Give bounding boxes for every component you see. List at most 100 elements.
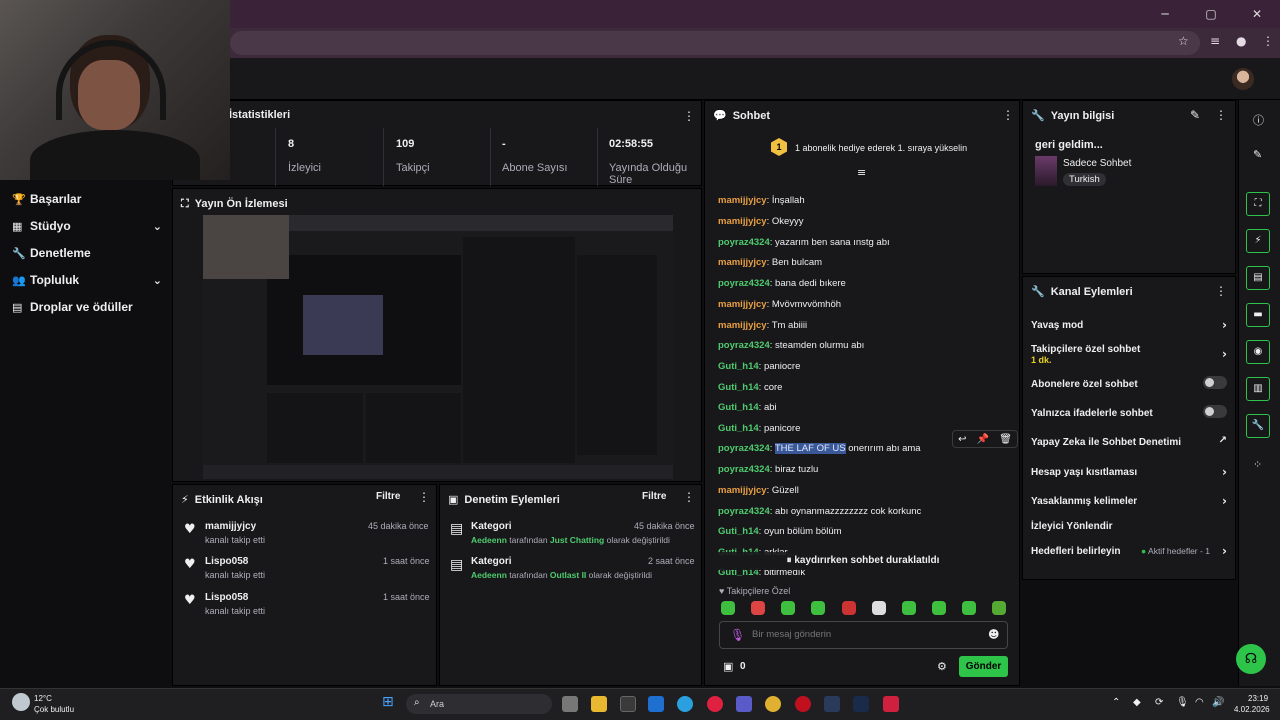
chat-settings-gear-icon[interactable]: ⚙ xyxy=(937,660,947,673)
chat-message[interactable]: Guti_h14: abi xyxy=(718,402,777,413)
tray-chevron-up-icon[interactable]: ⌃ xyxy=(1112,697,1120,708)
goals-row[interactable]: Hedefleri belirleyin ● Aktif hedefler - … xyxy=(1031,544,1227,558)
emote[interactable] xyxy=(992,601,1006,615)
moderation-target[interactable]: Just Chatting xyxy=(550,535,604,545)
clip-icon[interactable]: ⛶ xyxy=(1246,192,1270,216)
stream-category[interactable]: Sadece Sohbet xyxy=(1063,158,1131,169)
notes-icon[interactable]: ▤ xyxy=(1246,266,1270,290)
add-action-icon[interactable]: ⁘ xyxy=(1253,458,1262,471)
microphone-icon[interactable]: 🎙 xyxy=(730,628,745,642)
chat-username[interactable]: poyraz4324 xyxy=(718,340,770,351)
close-icon[interactable]: ✕ xyxy=(1234,0,1280,28)
edit-pencil-icon[interactable]: ✎ xyxy=(1190,108,1200,122)
file-explorer-icon[interactable] xyxy=(591,696,607,712)
chat-username[interactable]: Guti_h14 xyxy=(718,526,759,537)
emote[interactable] xyxy=(902,601,916,615)
emote[interactable] xyxy=(842,601,856,615)
category-box-art[interactable] xyxy=(1035,156,1057,186)
taskbar-search[interactable]: ⌕ Ara xyxy=(406,694,552,714)
more-options-icon[interactable]: ⋮ xyxy=(1215,108,1227,122)
chat-message[interactable]: poyraz4324: bana dedi bıkere xyxy=(718,278,846,289)
sidebar-item-studio[interactable]: ▦ Stüdyo ⌄ xyxy=(12,216,162,236)
maximize-icon[interactable]: ▢ xyxy=(1188,0,1234,28)
layout-icon[interactable]: ▥ xyxy=(1246,377,1270,401)
chat-message[interactable]: mamijjyjcy: Güzell xyxy=(718,485,799,496)
raid-row[interactable]: İzleyici Yönlendir xyxy=(1031,521,1227,532)
activity-user[interactable]: Lispo058 xyxy=(205,592,265,603)
chrome-icon[interactable] xyxy=(765,696,781,712)
collapse-icon[interactable]: ≡ xyxy=(857,166,866,179)
activity-user[interactable]: mamijjyjcy xyxy=(205,521,265,532)
banned-words-row[interactable]: Yasaklanmış kelimeler › xyxy=(1031,494,1227,508)
slow-mode-row[interactable]: Yavaş mod › xyxy=(1031,318,1227,332)
emote[interactable] xyxy=(781,601,795,615)
reading-list-icon[interactable]: ≡ xyxy=(1210,34,1220,48)
volume-icon[interactable]: 🔊 xyxy=(1212,697,1224,708)
chat-input-box[interactable]: 🎙 ☻ xyxy=(719,621,1008,649)
extension-icon[interactable]: ● xyxy=(1236,34,1246,48)
chat-username[interactable]: poyraz4324 xyxy=(718,237,770,248)
stream-preview-video[interactable] xyxy=(203,215,673,479)
wifi-icon[interactable]: ◠ xyxy=(1195,697,1204,708)
chat-username[interactable]: Guti_h14 xyxy=(718,402,759,413)
chat-message[interactable]: mamijjyjcy: Ben bulcam xyxy=(718,257,822,268)
chat-username[interactable]: mamijjyjcy xyxy=(718,485,767,496)
support-headset-icon[interactable]: ☊ xyxy=(1236,644,1266,674)
chat-username[interactable]: mamijjyjcy xyxy=(718,216,767,227)
app-icon[interactable] xyxy=(883,696,899,712)
chat-message[interactable]: poyraz4324: steamden olurmu abı xyxy=(718,340,864,351)
minimize-icon[interactable]: ─ xyxy=(1142,0,1188,28)
moderation-target[interactable]: Outlast II xyxy=(550,570,586,580)
emote-only-toggle[interactable] xyxy=(1203,405,1227,418)
wrench-icon[interactable]: 🔧 xyxy=(1246,414,1270,438)
chat-username[interactable]: mamijjyjcy xyxy=(718,320,767,331)
sidebar-item-community[interactable]: 👥 Topluluk ⌄ xyxy=(12,270,162,290)
chat-username[interactable]: mamijjyjcy xyxy=(718,299,767,310)
tray-sync-icon[interactable]: ⟳ xyxy=(1155,697,1163,708)
emote[interactable] xyxy=(751,601,765,615)
info-icon[interactable]: ⓘ xyxy=(1253,112,1264,128)
chat-paused-notice[interactable]: ⏸ kaydırırken sohbet duraklatıldı xyxy=(718,552,1008,570)
music-icon[interactable] xyxy=(707,696,723,712)
task-view-icon[interactable] xyxy=(562,696,578,712)
address-bar[interactable] xyxy=(230,31,1200,55)
chat-message[interactable]: mamijjyjcy: İnşallah xyxy=(718,195,805,206)
chat-message[interactable]: Guti_h14: paniocre xyxy=(718,361,800,372)
more-options-icon[interactable]: ⋮ xyxy=(683,109,695,123)
weather-icon[interactable] xyxy=(12,693,30,711)
broadcast-icon[interactable]: ◉ xyxy=(1246,340,1270,364)
chat-bubble-icon[interactable]: ▬ xyxy=(1246,303,1270,327)
emote[interactable] xyxy=(811,601,825,615)
chat-message[interactable]: mamijjyjcy: Okeyyy xyxy=(718,216,804,227)
more-options-icon[interactable]: ⋮ xyxy=(1002,108,1014,122)
sidebar-item-drops[interactable]: ▤ Droplar ve ödüller xyxy=(12,297,162,317)
gift-sub-banner[interactable]: 1 abonelik hediye ederek 1. sıraya yükse… xyxy=(795,143,967,153)
chat-message[interactable]: Guti_h14: core xyxy=(718,382,782,393)
chat-message-input[interactable] xyxy=(752,629,972,640)
chat-message[interactable]: poyraz4324: abı oynanmazzzzzzzz cok kork… xyxy=(718,506,921,517)
ai-moderation-row[interactable]: Yapay Zeka ile Sohbet Denetimi ↗ xyxy=(1031,435,1227,448)
bookmark-star-icon[interactable]: ☆ xyxy=(1178,34,1189,48)
moderation-filter-button[interactable]: Filtre xyxy=(642,491,666,502)
more-options-icon[interactable]: ⋮ xyxy=(418,490,430,504)
tray-app-icon[interactable]: ◆ xyxy=(1133,697,1141,708)
followers-only-row[interactable]: Takipçilere özel sohbet 1 dk. › xyxy=(1031,344,1227,366)
avatar[interactable] xyxy=(1232,68,1254,90)
more-options-icon[interactable]: ⋮ xyxy=(683,490,695,504)
chat-message[interactable]: poyraz4324: yazarım ben sana ınstg abı xyxy=(718,237,890,248)
moderation-actor[interactable]: Aedeenn xyxy=(471,535,507,545)
chat-username[interactable]: Guti_h14 xyxy=(718,361,759,372)
opera-icon[interactable] xyxy=(795,696,811,712)
mail-icon[interactable] xyxy=(648,696,664,712)
chat-username[interactable]: poyraz4324 xyxy=(718,443,770,454)
sidebar-item-moderation[interactable]: 🔧 Denetleme xyxy=(12,243,162,263)
chat-username[interactable]: mamijjyjcy xyxy=(718,195,767,206)
emote[interactable] xyxy=(962,601,976,615)
microphone-icon[interactable]: 🎙 xyxy=(1176,697,1189,708)
chat-username[interactable]: Guti_h14 xyxy=(718,382,759,393)
chat-message[interactable]: mamijjyjcy: Tm abiiii xyxy=(718,320,807,331)
clock-time[interactable]: 23:19 xyxy=(1248,694,1268,703)
teams-icon[interactable] xyxy=(736,696,752,712)
account-age-row[interactable]: Hesap yaşı kısıtlaması › xyxy=(1031,465,1227,479)
moderation-actor[interactable]: Aedeenn xyxy=(471,570,507,580)
